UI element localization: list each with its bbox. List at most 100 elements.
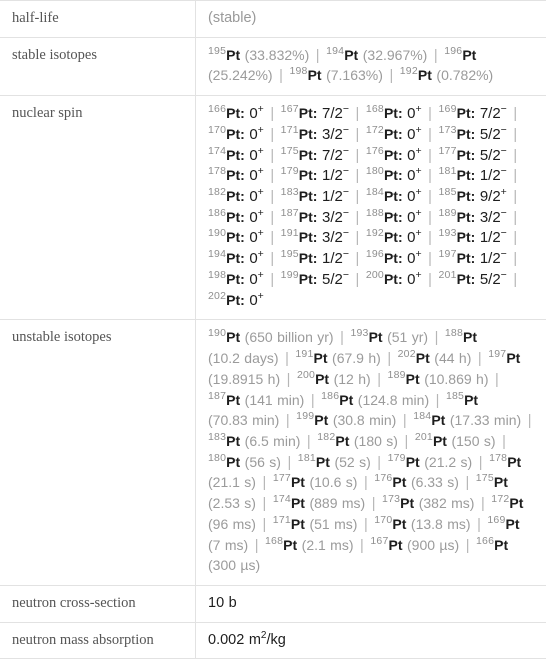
- nuclear-spin-value: 3/2−: [322, 229, 349, 246]
- list-separator: |: [268, 272, 276, 288]
- isotope-mass-number: 182: [208, 186, 226, 198]
- isotope-mass-number: 168: [366, 103, 384, 115]
- nuclear-spin-parity: −: [343, 124, 349, 136]
- list-separator: |: [476, 351, 484, 367]
- element-symbol: Pt: [462, 47, 476, 63]
- isotope-half-life: (21.2 s): [424, 454, 472, 470]
- isotope-mass-number: 184: [413, 410, 431, 422]
- isotope-label: 168Pt: [265, 538, 297, 554]
- isotope-label: 171Pt: [273, 517, 305, 533]
- isotope-half-life: (17.33 min): [450, 412, 521, 428]
- nuclear-spin-value: 3/2−: [322, 126, 349, 143]
- list-separator: |: [387, 68, 395, 84]
- isotope-mass-number: 192: [366, 228, 384, 240]
- isotope-mass-number: 191: [295, 348, 313, 360]
- nuclear-spin-value: 0+: [249, 292, 263, 309]
- isotope-mass-number: 190: [208, 228, 226, 240]
- element-symbol: Pt:: [384, 147, 403, 163]
- element-symbol: Pt: [315, 371, 329, 387]
- isotope-label: 186Pt: [321, 393, 353, 409]
- nuclear-spin-parity: −: [501, 269, 507, 281]
- element-symbol: Pt: [494, 474, 508, 490]
- nuclear-spin-parity: +: [258, 269, 264, 281]
- isotope-label: 182Pt:: [208, 189, 245, 205]
- element-symbol: Pt: [464, 392, 478, 408]
- isotope-label: 176Pt: [374, 475, 406, 491]
- nuclear-spin-value: 0+: [407, 250, 421, 267]
- nuclear-spin-value: 7/2−: [322, 105, 349, 122]
- element-symbol: Pt: [316, 454, 330, 470]
- nuclear-spin-parity: −: [501, 103, 507, 115]
- isotope-mass-number: 172: [491, 493, 509, 505]
- isotope-mass-number: 175: [281, 145, 299, 157]
- list-separator: |: [253, 538, 261, 554]
- row-value-half-life: (stable): [196, 1, 546, 38]
- element-symbol: Pt: [226, 433, 240, 449]
- isotope-label: 180Pt:: [366, 168, 403, 184]
- nuclear-spin-value: 0+: [249, 105, 263, 122]
- list-separator: |: [354, 230, 362, 246]
- list-separator: |: [314, 48, 322, 64]
- nuclear-spin-value: 5/2−: [480, 147, 507, 164]
- isotope-mass-number: 172: [366, 124, 384, 136]
- isotope-mass-number: 176: [374, 473, 392, 485]
- list-separator: |: [285, 372, 293, 388]
- isotope-label: 190Pt:: [208, 230, 245, 246]
- isotope-mass-number: 200: [297, 369, 315, 381]
- list-separator: |: [338, 330, 346, 346]
- isotope-half-life: (12 h): [334, 371, 371, 387]
- isotope-label: 200Pt:: [366, 272, 403, 288]
- properties-table-body: half-life (stable) stable isotopes 195Pt…: [0, 1, 546, 659]
- isotope-label: 169Pt:: [438, 106, 475, 122]
- isotope-half-life: (889 ms): [309, 495, 365, 511]
- isotope-mass-number: 181: [438, 165, 456, 177]
- isotope-half-life: (30.8 min): [333, 412, 397, 428]
- list-separator: |: [511, 148, 519, 164]
- list-separator: |: [354, 251, 362, 267]
- nuclear-spin-parity: +: [258, 207, 264, 219]
- isotope-label: 179Pt: [388, 455, 420, 471]
- list-separator: |: [268, 210, 276, 226]
- isotope-label: 188Pt: [445, 330, 477, 346]
- list-separator: |: [433, 330, 441, 346]
- isotope-half-life: (900 µs): [407, 537, 459, 553]
- isotope-half-life: (67.9 h): [332, 350, 381, 366]
- isotope-mass-number: 183: [208, 431, 226, 443]
- isotope-label: 170Pt:: [208, 127, 245, 143]
- isotope-half-life: (150 s): [451, 433, 495, 449]
- isotope-mass-number: 196: [444, 45, 462, 57]
- isotope-label: 173Pt:: [438, 127, 475, 143]
- table-row-stable-isotopes: stable isotopes 195Pt (33.832%) | 194Pt …: [0, 37, 546, 95]
- list-separator: |: [305, 434, 313, 450]
- isotope-label: 185Pt:: [438, 189, 475, 205]
- nuclear-spin-value: 0+: [249, 229, 263, 246]
- list-separator: |: [362, 517, 370, 533]
- isotope-mass-number: 167: [281, 103, 299, 115]
- element-symbol: Pt:: [226, 229, 245, 245]
- list-separator: |: [284, 413, 292, 429]
- nuclear-spin-parity: −: [343, 145, 349, 157]
- list-separator: |: [426, 230, 434, 246]
- isotope-mass-number: 188: [366, 207, 384, 219]
- isotope-mass-number: 201: [438, 269, 456, 281]
- isotope-mass-number: 185: [438, 186, 456, 198]
- list-separator: |: [500, 434, 508, 450]
- isotope-half-life: (6.33 s): [411, 474, 459, 490]
- element-symbol: Pt: [291, 474, 305, 490]
- nuclear-spin-parity: +: [258, 145, 264, 157]
- isotope-mass-number: 181: [298, 452, 316, 464]
- element-symbol: Pt:: [457, 271, 476, 287]
- nuclear-spin-value: 5/2−: [480, 126, 507, 143]
- isotope-label: 195Pt:: [281, 251, 318, 267]
- list-separator: |: [354, 272, 362, 288]
- isotope-mass-number: 174: [273, 493, 291, 505]
- element-symbol: Pt:: [457, 147, 476, 163]
- stable-isotopes-list: 195Pt (33.832%) | 194Pt (32.967%) | 196P…: [208, 48, 493, 85]
- table-row-neutron-mass-absorption: neutron mass absorption 0.002 m2/kg: [0, 622, 546, 659]
- list-separator: |: [434, 393, 442, 409]
- nuclear-spin-parity: −: [501, 248, 507, 260]
- isotope-half-life: (2.53 s): [208, 495, 256, 511]
- nuclear-spin-parity: −: [343, 207, 349, 219]
- isotope-half-life: (124.8 min): [358, 392, 429, 408]
- isotope-half-life: (10.2 days): [208, 350, 279, 366]
